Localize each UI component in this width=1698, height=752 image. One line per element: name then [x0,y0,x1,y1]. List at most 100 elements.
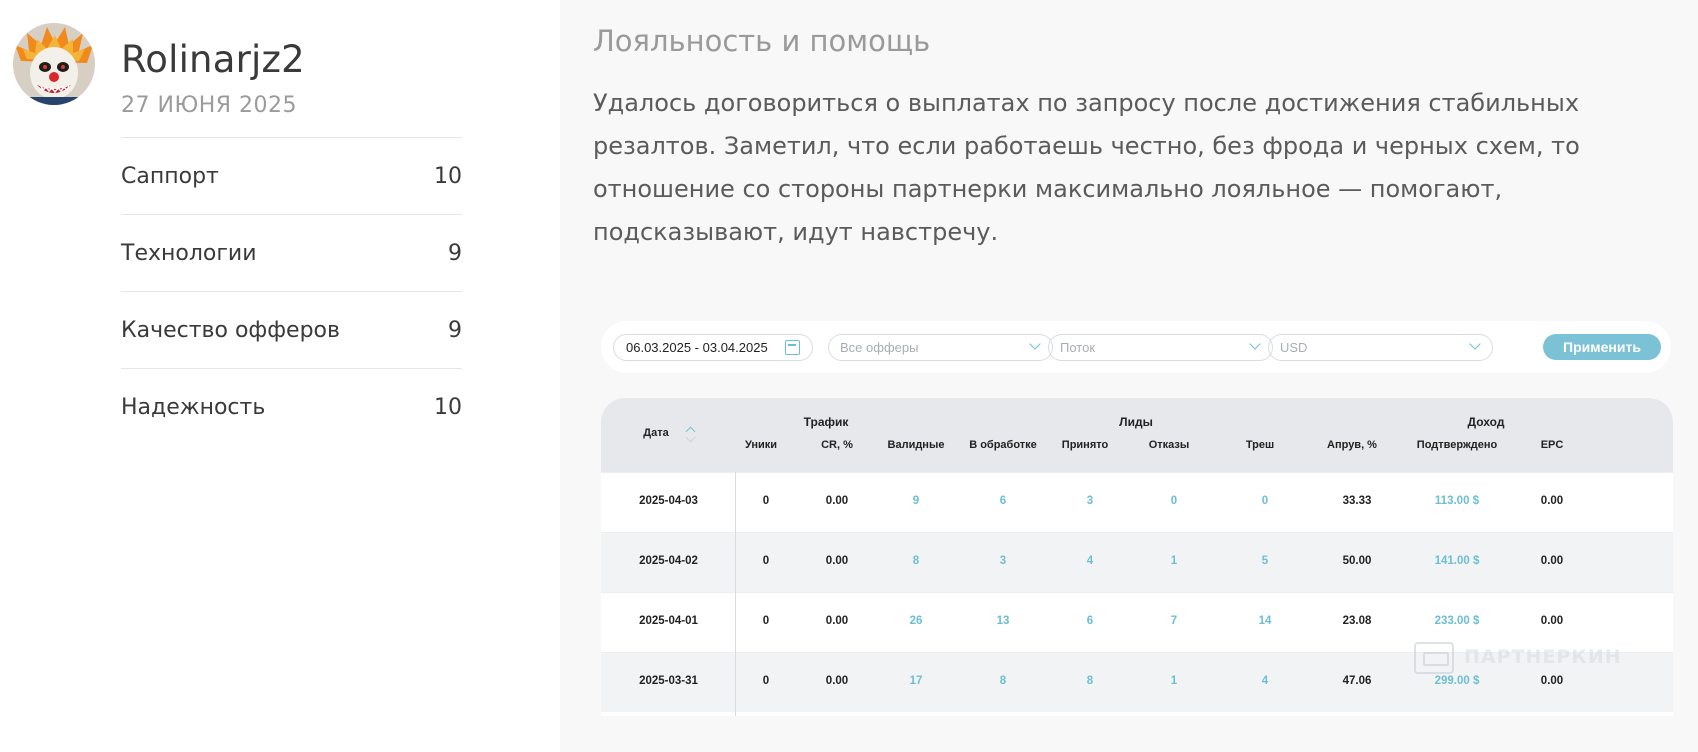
cell-epc: 0.00 [1540,615,1564,627]
avatar[interactable] [13,23,95,105]
cell-trash[interactable]: 0 [1245,495,1285,507]
ratings-list: Саппорт 10 Технологии 9 Качество офферов… [121,137,462,445]
rating-score: 10 [434,163,462,189]
column-header-trash: Треш [1245,439,1275,451]
cell-date: 2025-04-02 [639,555,698,567]
column-header-epc: EPC [1540,439,1564,451]
rating-row-technology: Технологии 9 [121,214,462,291]
watermark-text: ПАРТНЕРКИН [1464,646,1622,668]
rating-label: Саппорт [121,163,219,189]
cell-trash[interactable]: 5 [1245,555,1285,567]
cell-date: 2025-04-01 [639,615,698,627]
cell-valid[interactable]: 26 [896,615,936,627]
reviewer-name: Rolinarjz2 [121,38,305,81]
cell-approve: 23.08 [1342,615,1372,627]
reviewer-panel: Rolinarjz2 27 ИЮНЯ 2025 Саппорт 10 Техно… [0,0,560,752]
column-header-cr: CR, % [821,439,853,451]
review-title: Лояльность и помощь [593,24,931,58]
cell-cr: 0.00 [825,615,849,627]
cell-confirmed[interactable]: 113.00 $ [1417,495,1497,507]
group-header-leads: Лиды [1119,415,1153,429]
currency-select-placeholder: USD [1280,340,1308,355]
rating-score: 10 [434,394,462,420]
chevron-down-icon [1249,338,1261,350]
review-content: Лояльность и помощь Удалось договориться… [560,0,1698,752]
cell-accepted[interactable]: 4 [1070,555,1110,567]
cell-uniques: 0 [762,495,770,507]
cell-rejected[interactable]: 7 [1154,615,1194,627]
cell-trash[interactable]: 4 [1245,675,1285,687]
column-header-accepted: Принято [1061,439,1109,451]
cell-approve: 33.33 [1342,495,1372,507]
column-header-processing: В обработке [969,439,1037,451]
clown-avatar-icon [13,23,95,105]
cell-accepted[interactable]: 8 [1070,675,1110,687]
cell-epc: 0.00 [1540,495,1564,507]
cell-cr: 0.00 [825,555,849,567]
group-header-traffic: Трафик [803,415,849,429]
cell-processing[interactable]: 13 [983,615,1023,627]
rating-label: Качество офферов [121,317,340,343]
column-header-confirmed: Подтверждено [1416,439,1498,451]
watermark: ПАРТНЕРКИН [1414,640,1629,684]
column-header-valid: Валидные [887,439,945,451]
table-row: 2025-04-03 0 0.00 9 6 3 0 0 33.33 113.00… [601,472,1673,532]
apply-button[interactable]: Применить [1543,334,1661,360]
column-header-date[interactable]: Дата [621,427,691,439]
rating-row-offer-quality: Качество офферов 9 [121,291,462,368]
cell-rejected[interactable]: 1 [1154,555,1194,567]
sort-icon[interactable] [685,425,697,443]
cell-processing[interactable]: 8 [983,675,1023,687]
review-text: Удалось договориться о выплатах по запро… [593,89,1580,246]
date-column-divider [735,472,736,716]
rating-label: Технологии [121,240,257,266]
cell-cr: 0.00 [825,675,849,687]
cell-confirmed[interactable]: 233.00 $ [1417,615,1497,627]
date-range-picker[interactable]: 06.03.2025 - 03.04.2025 [613,334,813,361]
cell-valid[interactable]: 8 [896,555,936,567]
watermark-logo-icon [1414,642,1454,674]
cell-processing[interactable]: 3 [983,555,1023,567]
rating-score: 9 [448,240,462,266]
stats-screenshot: 06.03.2025 - 03.04.2025 Все офферы Поток… [598,318,1678,718]
cell-valid[interactable]: 17 [896,675,936,687]
offers-select[interactable]: Все офферы [828,334,1053,361]
cell-uniques: 0 [762,615,770,627]
chevron-down-icon [1469,338,1481,350]
stream-select-placeholder: Поток [1060,340,1096,355]
cell-uniques: 0 [762,675,770,687]
cell-processing[interactable]: 6 [983,495,1023,507]
rating-row-reliability: Надежность 10 [121,368,462,445]
cell-accepted[interactable]: 6 [1070,615,1110,627]
cell-rejected[interactable]: 1 [1154,675,1194,687]
rating-row-support: Саппорт 10 [121,137,462,214]
column-header-uniques: Уники [744,439,778,451]
review-date: 27 ИЮНЯ 2025 [121,93,298,118]
table-row: 2025-04-02 0 0.00 8 3 4 1 5 50.00 141.00… [601,532,1673,592]
date-range-value: 06.03.2025 - 03.04.2025 [626,340,768,355]
cell-confirmed[interactable]: 141.00 $ [1417,555,1497,567]
cell-approve: 50.00 [1342,555,1372,567]
calendar-icon [785,340,800,355]
chevron-down-icon [1029,338,1041,350]
cell-date: 2025-04-03 [639,495,698,507]
cell-approve: 47.06 [1342,675,1372,687]
column-header-rejected: Отказы [1148,439,1190,451]
filter-bar: 06.03.2025 - 03.04.2025 Все офферы Поток… [601,321,1671,373]
cell-valid[interactable]: 9 [896,495,936,507]
cell-accepted[interactable]: 3 [1070,495,1110,507]
offers-select-placeholder: Все офферы [840,340,919,355]
cell-trash[interactable]: 14 [1245,615,1285,627]
table-header: Трафик Лиды Доход Дата Уники CR, % Валид… [601,398,1673,472]
currency-select[interactable]: USD [1268,334,1493,361]
cell-epc: 0.00 [1540,555,1564,567]
rating-score: 9 [448,317,462,343]
group-header-income: Доход [1467,415,1505,429]
cell-cr: 0.00 [825,495,849,507]
cell-uniques: 0 [762,555,770,567]
cell-date: 2025-03-31 [639,675,698,687]
rating-label: Надежность [121,394,266,420]
column-header-approve: Апрув, % [1327,439,1377,451]
cell-rejected[interactable]: 0 [1154,495,1194,507]
stream-select[interactable]: Поток [1048,334,1273,361]
